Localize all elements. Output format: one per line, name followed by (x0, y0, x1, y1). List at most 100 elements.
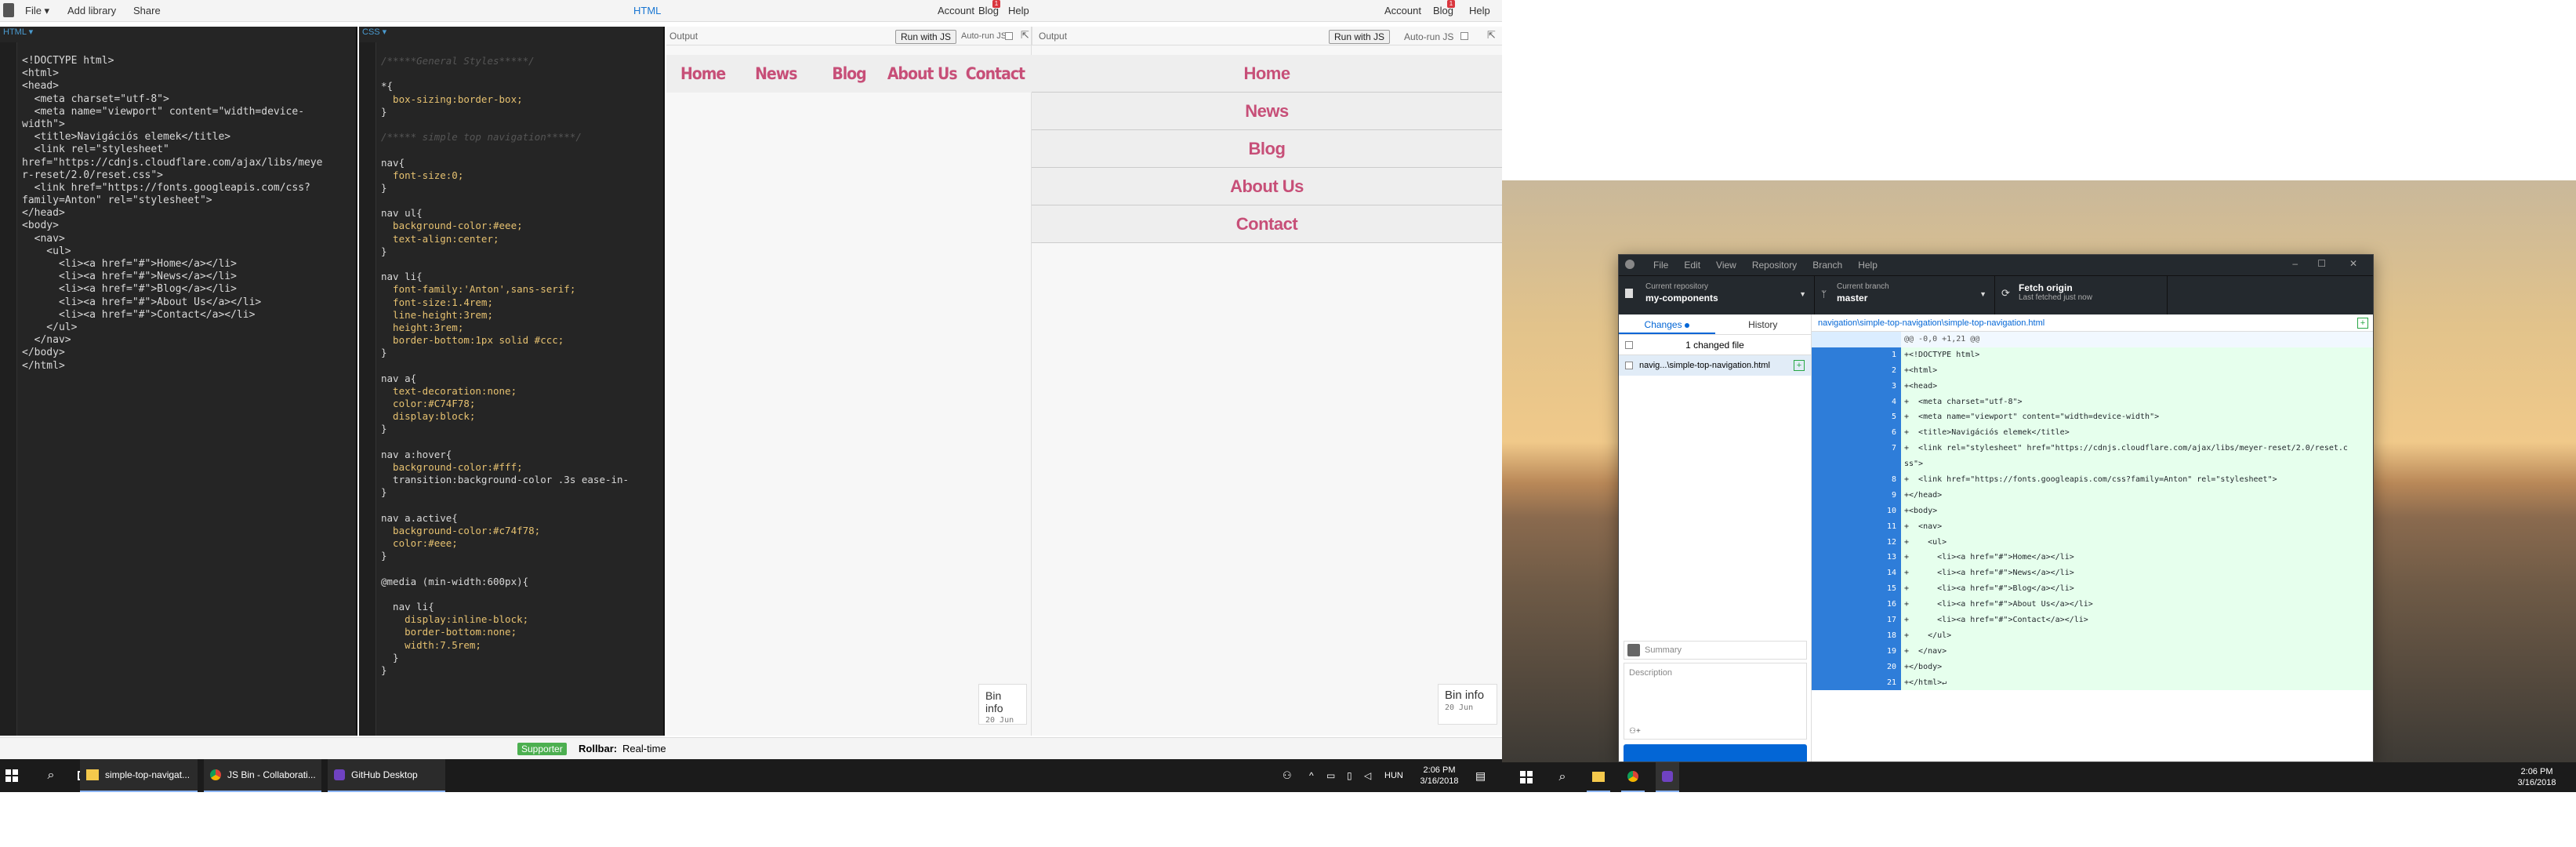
nav-link-news[interactable]: News (1032, 93, 1502, 130)
bin-info-2[interactable]: Bin info 20 Jun (1438, 684, 1497, 725)
windows-taskbar-left: ⌕ simple-top-navigat... JS Bin - Collabo… (0, 759, 1502, 792)
menu-file[interactable]: File ▾ (25, 5, 49, 17)
menu-help-right[interactable]: Help (1469, 5, 1490, 16)
code-line: nav a{ (381, 372, 417, 384)
css-editor-pane[interactable]: CSS ▾ /*****General Styles*****/ *{ box-s… (359, 27, 665, 736)
windows-start-icon[interactable] (1515, 762, 1538, 792)
run-with-js-button-2[interactable]: Run with JS (1329, 30, 1391, 44)
bin-info-1[interactable]: Bin info 20 Jun (978, 684, 1027, 725)
rollbar-text[interactable]: Real-time (622, 743, 666, 754)
nav-link-news[interactable]: News (739, 55, 812, 93)
html-editor-pane[interactable]: HTML ▾ <!DOCTYPE html> <html> <head> <meta… (0, 27, 357, 736)
autorun-checkbox-2[interactable] (1460, 32, 1468, 40)
github-menu-branch[interactable]: Branch (1812, 260, 1842, 271)
current-repository-selector[interactable]: Current repository my-components ▼ (1619, 276, 1815, 315)
nav-link-contact[interactable]: Contact (1032, 205, 1502, 243)
github-menu-view[interactable]: View (1716, 260, 1736, 271)
diff-old-line-number (1812, 503, 1857, 519)
github-menu-help[interactable]: Help (1858, 260, 1878, 271)
nav-link-about-us[interactable]: About Us (1032, 168, 1502, 205)
diff-old-line-number (1812, 643, 1857, 660)
diff-new-line-number (1857, 456, 1901, 473)
clock[interactable]: 2:06 PM 3/16/2018 (1416, 759, 1463, 792)
code-line: <body> (22, 220, 59, 232)
chrome-icon[interactable] (1621, 762, 1645, 792)
summary-input[interactable]: Summary (1624, 641, 1807, 660)
github-menu-repository[interactable]: Repository (1752, 260, 1797, 271)
taskbar-app-github[interactable]: GitHub Desktop (328, 759, 445, 792)
file-explorer-icon[interactable] (1587, 762, 1610, 792)
commit-button[interactable] (1624, 744, 1807, 762)
nav-link-home[interactable]: Home (666, 55, 739, 93)
menu-account-right[interactable]: Account (1384, 5, 1421, 16)
file-checkbox[interactable] (1625, 362, 1633, 369)
sync-icon: ⟳ (2001, 287, 2010, 299)
diff-code: + <ul> (1901, 534, 2373, 551)
code-line: text-align:center; (381, 232, 499, 245)
nav-link-home[interactable]: Home (1032, 55, 1502, 93)
search-icon[interactable]: ⌕ (39, 759, 63, 792)
action-center-icon[interactable]: ▤ (1475, 759, 1486, 792)
volume-icon[interactable]: ◁ (1364, 759, 1371, 792)
menu-account[interactable]: Account (938, 5, 974, 16)
nav-link-about-us[interactable]: About Us (886, 55, 959, 93)
nav-link-blog[interactable]: Blog (812, 55, 885, 93)
repo-name: my-components (1645, 293, 1718, 304)
taskbar-app-chrome[interactable]: JS Bin - Collaborati... (204, 759, 321, 792)
run-with-js-button-1[interactable]: Run with JS (895, 30, 957, 44)
diff-new-line-number: 15 (1857, 581, 1901, 598)
github-menu-edit[interactable]: Edit (1684, 260, 1700, 271)
code-line: font-size:0; (381, 169, 464, 181)
output-pane-1: Output Run with JS Auto-run JS ⇱ Home New… (666, 27, 1032, 736)
menu-help[interactable]: Help (1008, 5, 1029, 16)
popout-icon-1[interactable]: ⇱ (1021, 29, 1029, 42)
diff-code: +<body> (1901, 503, 2373, 519)
tab-changes[interactable]: Changes (1619, 314, 1715, 334)
changed-file-row[interactable]: navig...\simple-top-navigation.html + (1619, 355, 1811, 376)
github-desktop-icon[interactable] (1656, 762, 1679, 792)
description-textarea[interactable]: Description ⚇+ (1624, 663, 1807, 740)
search-icon[interactable]: ⌕ (1551, 762, 1574, 792)
language-indicator[interactable]: HUN (1384, 759, 1403, 792)
description-placeholder: Description (1629, 668, 1673, 678)
diff-old-line-number (1812, 425, 1857, 442)
diff-line: 20 +</body> (1812, 659, 2373, 675)
network-icon[interactable]: ▭ (1326, 759, 1335, 792)
close-icon[interactable]: ✕ (2349, 258, 2357, 269)
supporter-badge[interactable]: Supporter (517, 743, 567, 755)
nav-link-contact[interactable]: Contact (959, 55, 1032, 93)
maximize-icon[interactable]: ☐ (2317, 258, 2326, 269)
tab-history[interactable]: History (1715, 314, 1812, 334)
diff-code: ss"> (1901, 456, 2373, 473)
battery-icon[interactable]: ▯ (1347, 759, 1352, 792)
html-pane-label[interactable]: HTML ▾ (0, 27, 33, 42)
css-pane-label[interactable]: CSS ▾ (359, 27, 386, 42)
autorun-checkbox-1[interactable] (1005, 32, 1013, 40)
diff-new-line-number: 11 (1857, 518, 1901, 535)
css-code-editor[interactable]: /*****General Styles*****/ *{ box-sizing:… (381, 55, 660, 677)
code-line: font-family:'Anton',sans-serif; (381, 283, 576, 296)
github-menu-file[interactable]: File (1653, 260, 1668, 271)
html-code-editor[interactable]: <!DOCTYPE html> <html> <head> <meta charse… (22, 55, 353, 373)
taskbar-app-explorer[interactable]: simple-top-navigat... (80, 759, 198, 792)
diff-new-line-number: 12 (1857, 534, 1901, 551)
nav-link-blog[interactable]: Blog (1032, 130, 1502, 168)
current-branch-selector[interactable]: ᛘ Current branch master ▼ (1815, 276, 1995, 315)
clock[interactable]: 2:06 PM 3/16/2018 (2513, 762, 2560, 792)
code-line: text-decoration:none; (381, 384, 517, 397)
diff-line: ss"> (1812, 456, 2373, 473)
tray-chevron-icon[interactable]: ^ (1309, 759, 1314, 792)
autorun-label-2: Auto-run JS (1404, 31, 1454, 42)
add-coauthor-icon[interactable]: ⚇+ (1629, 727, 1641, 736)
blog-badge-right: 1 (1447, 0, 1455, 8)
menu-add-library[interactable]: Add library (67, 5, 116, 16)
fetch-origin-button[interactable]: ⟳ Fetch origin Last fetched just now (1995, 276, 2168, 315)
popout-icon-2[interactable]: ⇱ (1487, 29, 1496, 42)
menu-html-label[interactable]: HTML (633, 5, 661, 16)
diff-line: 11 + <nav> (1812, 518, 2373, 535)
menu-share[interactable]: Share (133, 5, 161, 16)
windows-start-icon[interactable] (0, 759, 24, 792)
people-icon[interactable]: ⚇ (1283, 759, 1292, 792)
minimize-icon[interactable]: – (2292, 258, 2298, 269)
